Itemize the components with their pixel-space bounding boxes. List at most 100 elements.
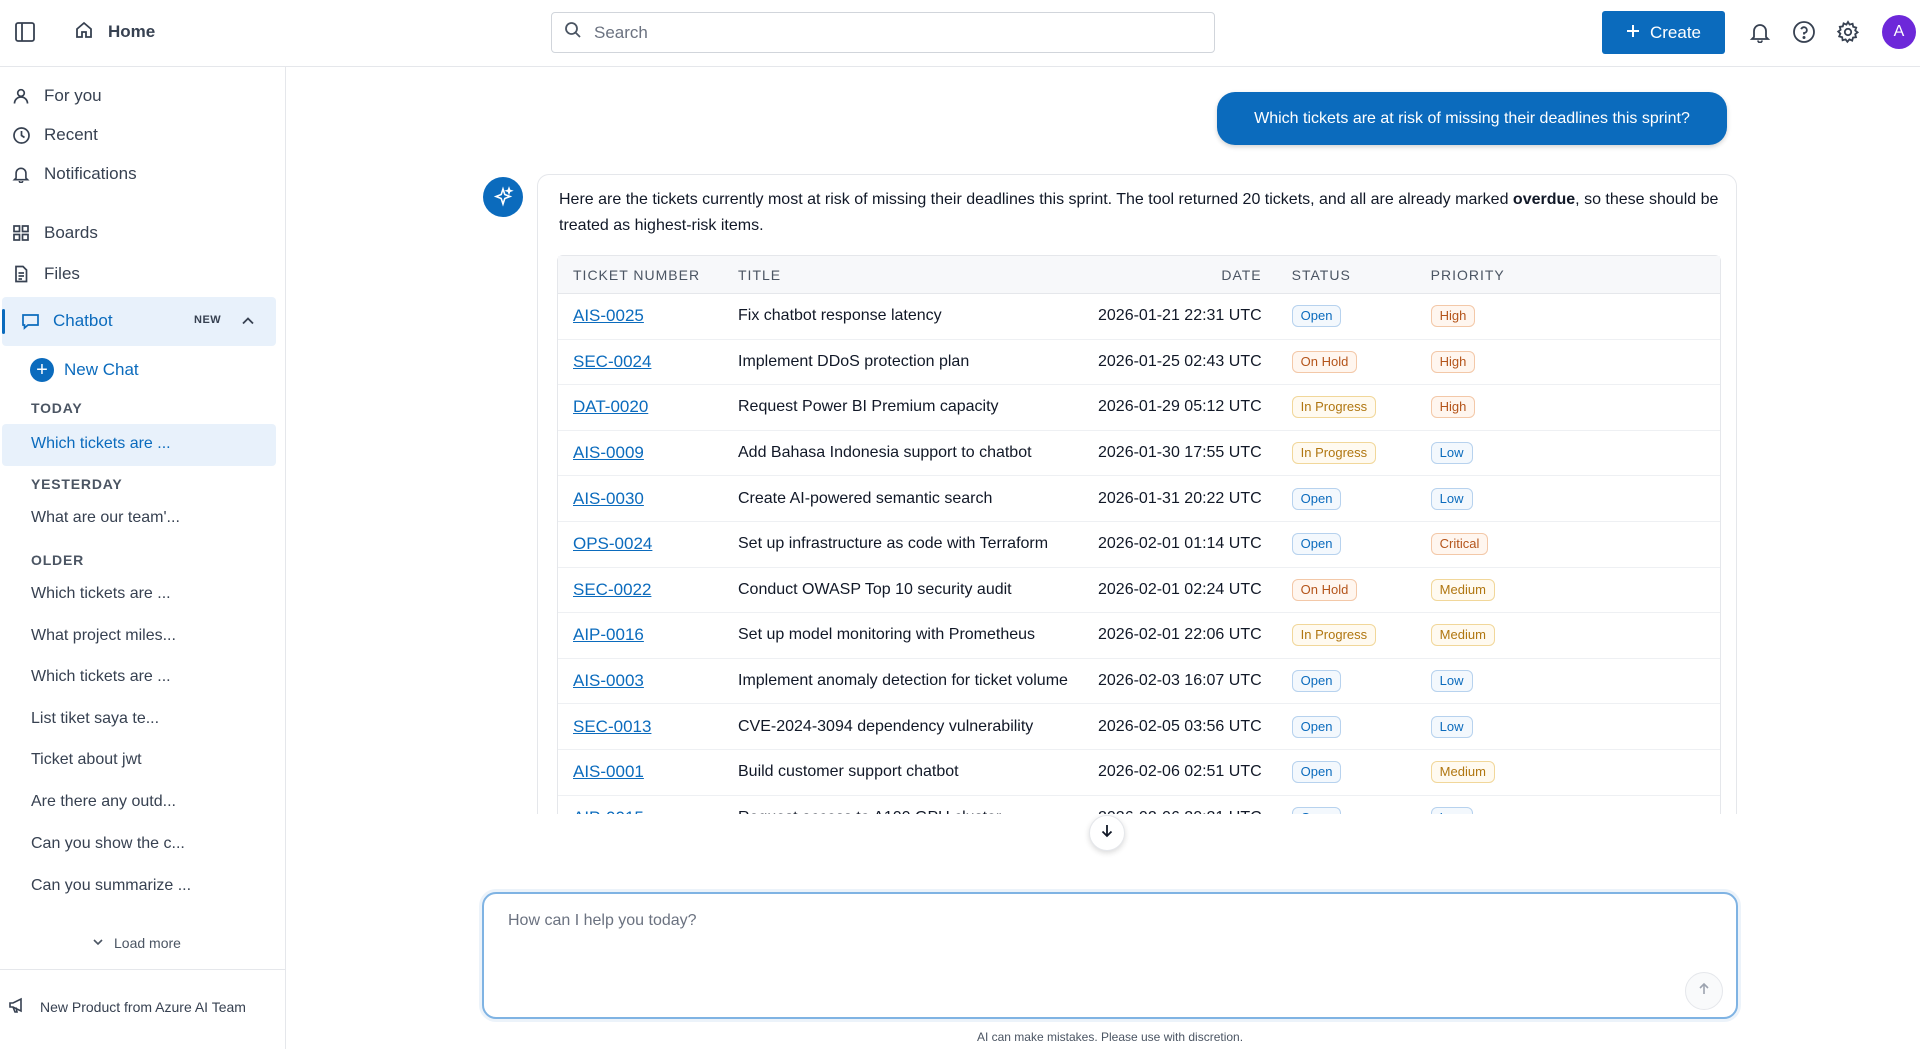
history-item[interactable]: List tiket saya te... xyxy=(31,710,159,728)
cell-date: 2026-02-06 20:21 UTC xyxy=(1098,796,1274,814)
disclaimer: AI can make mistakes. Please use with di… xyxy=(976,1030,1244,1044)
avatar[interactable]: A xyxy=(1882,15,1916,49)
sidebar-item-for-you[interactable]: For you xyxy=(10,81,102,111)
sidebar-item-boards[interactable]: Boards xyxy=(10,218,98,248)
priority-badge: Medium xyxy=(1430,578,1495,601)
cell-status: Open xyxy=(1273,750,1419,796)
help-icon[interactable] xyxy=(1791,19,1817,45)
cell-date: 2026-01-30 17:55 UTC xyxy=(1098,431,1274,477)
header-title: TITLE xyxy=(738,256,1098,294)
cell-priority: Medium xyxy=(1418,750,1720,796)
status-badge: Open xyxy=(1291,305,1342,328)
plus-icon xyxy=(1626,23,1640,43)
scroll-down-button[interactable] xyxy=(1089,815,1125,851)
cell-date: 2026-01-31 20:22 UTC xyxy=(1098,476,1274,522)
priority-badge: High xyxy=(1430,396,1476,419)
ticket-link[interactable]: AIS-0003 xyxy=(573,671,644,690)
status-badge: Open xyxy=(1291,670,1342,693)
history-item[interactable]: Can you summarize ... xyxy=(31,877,191,895)
message-input[interactable] xyxy=(508,912,1658,972)
cell-title: CVE-2024-3094 dependency vulnerability xyxy=(738,704,1098,750)
sidebar-item-label: Recent xyxy=(44,125,98,144)
ticket-link[interactable]: AIS-0025 xyxy=(573,306,644,325)
cell-title: Create AI-powered semantic search xyxy=(738,476,1098,522)
history-item[interactable]: Which tickets are ... xyxy=(31,585,171,603)
history-item[interactable]: Which tickets are ... xyxy=(31,668,171,686)
priority-badge: High xyxy=(1430,305,1476,328)
sidebar-item-label: For you xyxy=(44,86,102,105)
ticket-link[interactable]: SEC-0022 xyxy=(573,580,651,599)
create-button[interactable]: Create xyxy=(1602,11,1725,54)
sidebar-item-chatbot[interactable]: Chatbot NEW xyxy=(2,297,276,346)
ticket-link[interactable]: AIS-0009 xyxy=(573,443,644,462)
assistant-message: Here are the tickets currently most at r… xyxy=(537,174,1737,814)
bell-icon[interactable] xyxy=(1747,19,1773,45)
megaphone-icon xyxy=(8,996,26,1017)
search-bar[interactable] xyxy=(551,12,1215,53)
table-row: AIS-0030 Create AI-powered semantic searc… xyxy=(558,476,1720,522)
sparkle-icon xyxy=(483,177,523,217)
cell-date: 2026-01-25 02:43 UTC xyxy=(1098,340,1274,386)
history-item[interactable]: What project miles... xyxy=(31,627,176,645)
table-row: SEC-0022 Conduct OWASP Top 10 security au… xyxy=(558,568,1720,614)
search-icon xyxy=(564,21,582,44)
ticket-link[interactable]: AIS-0001 xyxy=(573,762,644,781)
announcement-link[interactable]: New Product from Azure AI Team xyxy=(8,996,246,1017)
sidebar: For you Recent Notifications Boards File… xyxy=(0,67,286,1049)
cell-status: Open xyxy=(1273,704,1419,750)
section-yesterday: YESTERDAY xyxy=(31,476,123,492)
send-button[interactable] xyxy=(1685,972,1723,1010)
table-body: AIS-0025 Fix chatbot response latency 2026… xyxy=(558,294,1720,814)
history-item[interactable]: Ticket about jwt xyxy=(31,751,142,769)
ticket-link[interactable]: OPS-0024 xyxy=(573,534,652,553)
sidebar-item-recent[interactable]: Recent xyxy=(10,120,98,150)
ticket-link[interactable]: AIS-0030 xyxy=(573,489,644,508)
arrow-up-icon xyxy=(1697,982,1711,1001)
ticket-link[interactable]: AIP-0015 xyxy=(573,808,644,814)
search-input[interactable] xyxy=(594,22,1194,43)
cell-priority: Low xyxy=(1419,796,1720,814)
ticket-link[interactable]: SEC-0024 xyxy=(573,352,651,371)
cell-date: 2026-02-05 03:56 UTC xyxy=(1098,704,1274,750)
ticket-link[interactable]: DAT-0020 xyxy=(573,397,648,416)
cell-ticket-number: AIP-0015 xyxy=(558,796,738,814)
announcement-label: New Product from Azure AI Team xyxy=(40,998,246,1015)
sidebar-item-files[interactable]: Files xyxy=(10,259,80,289)
history-item[interactable]: Are there any outd... xyxy=(31,793,176,811)
history-item[interactable]: Can you show the c... xyxy=(31,835,185,853)
sidebar-item-notifications[interactable]: Notifications xyxy=(10,159,137,189)
table-header-row: TICKET NUMBER TITLE DATE STATUS PRIORITY xyxy=(558,256,1720,294)
cell-status: In Progress xyxy=(1273,431,1419,477)
table-row: DAT-0020 Request Power BI Premium capacit… xyxy=(558,385,1720,431)
ticket-link[interactable]: AIP-0016 xyxy=(573,625,644,644)
home-icon xyxy=(74,20,94,45)
user-message: Which tickets are at risk of missing the… xyxy=(1217,92,1727,145)
status-badge: Open xyxy=(1291,761,1342,784)
status-badge: Open xyxy=(1291,715,1342,738)
cell-ticket-number: SEC-0013 xyxy=(558,704,738,750)
header-ticket-number: TICKET NUMBER xyxy=(558,256,738,294)
top-bar: Home Create A xyxy=(0,0,1920,67)
cell-status: On Hold xyxy=(1273,568,1419,614)
chevron-up-icon[interactable] xyxy=(238,311,258,331)
history-item[interactable]: What are our team'... xyxy=(31,509,180,527)
cell-ticket-number: AIS-0030 xyxy=(558,476,738,522)
status-badge: Open xyxy=(1291,487,1342,510)
priority-badge: Low xyxy=(1430,715,1473,738)
cell-title: Implement anomaly detection for ticket v… xyxy=(738,659,1098,705)
load-more-button[interactable]: Load more xyxy=(92,933,181,953)
section-today: TODAY xyxy=(31,400,83,416)
home-link[interactable]: Home xyxy=(74,18,155,46)
cell-priority: Low xyxy=(1418,431,1720,477)
chatbot-label: Chatbot xyxy=(53,311,113,330)
sidebar-toggle-icon[interactable] xyxy=(12,19,38,45)
history-item-active[interactable]: Which tickets are ... xyxy=(2,424,276,466)
cell-title: Fix chatbot response latency xyxy=(738,294,1098,340)
sidebar-item-label: Files xyxy=(44,264,80,283)
cell-priority: Low xyxy=(1418,659,1720,705)
gear-icon[interactable] xyxy=(1835,19,1861,45)
table-row: AIP-0016 Set up model monitoring with Pro… xyxy=(558,613,1720,659)
status-badge: In Progress xyxy=(1291,396,1377,419)
new-chat-button[interactable]: + New Chat xyxy=(30,357,139,383)
ticket-link[interactable]: SEC-0013 xyxy=(573,717,651,736)
